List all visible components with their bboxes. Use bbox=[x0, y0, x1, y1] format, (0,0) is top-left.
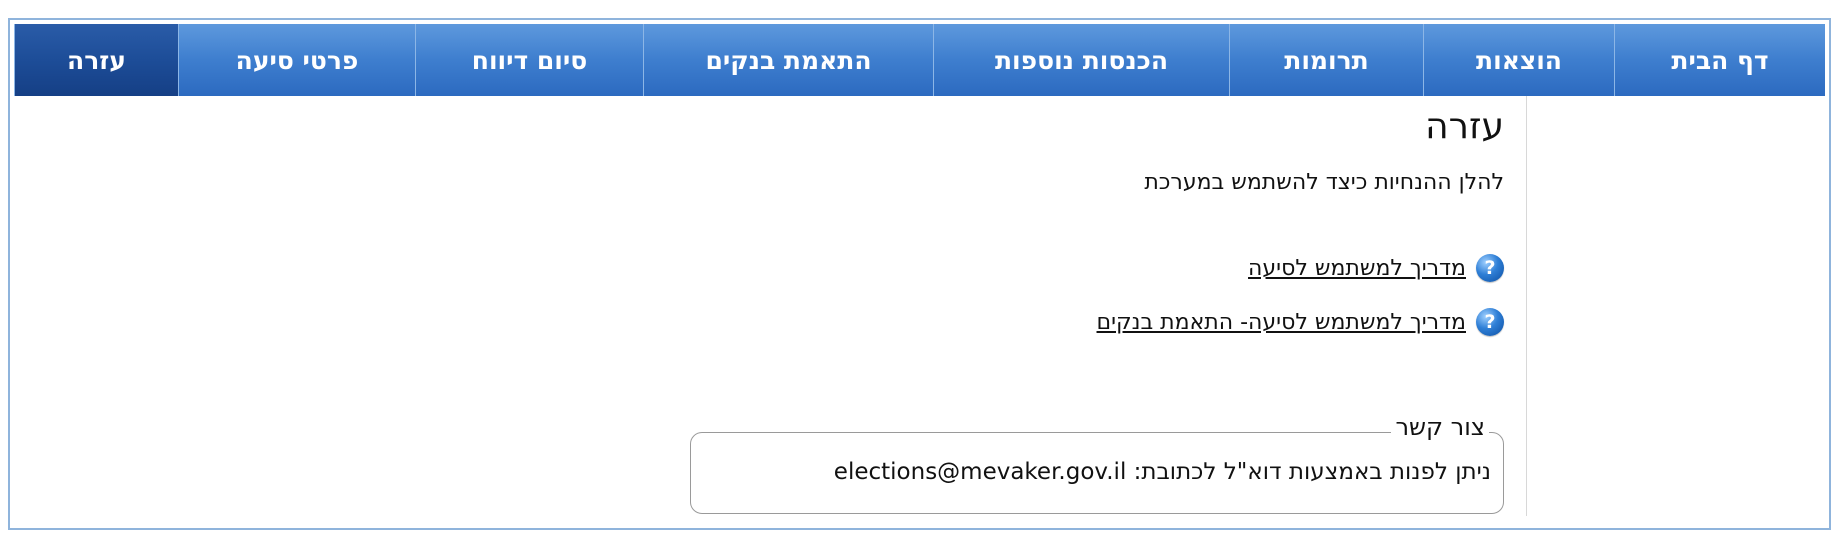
tab-help[interactable]: עזרה bbox=[14, 24, 178, 96]
help-icon: ? bbox=[1476, 308, 1504, 336]
contact-text: ניתן לפנות באמצעות דוא"ל לכתובת: bbox=[1133, 459, 1491, 485]
tab-finish-report[interactable]: סיום דיווח bbox=[415, 24, 643, 96]
contact-legend: צור קשר bbox=[1391, 413, 1489, 441]
guide-link-bank-reconciliation[interactable]: ? מדריך למשתמש לסיעה- התאמת בנקים bbox=[1097, 308, 1504, 336]
tab-donations[interactable]: תרומות bbox=[1229, 24, 1423, 96]
page-title: עזרה bbox=[1425, 106, 1504, 147]
contact-line: ניתן לפנות באמצעות דוא"ל לכתובת: electio… bbox=[834, 459, 1491, 485]
tab-home[interactable]: דף הבית bbox=[1614, 24, 1825, 96]
main-content: עזרה להלן ההנחיות כיצד להשתמש במערכת ? מ… bbox=[326, 96, 1527, 516]
intro-text: להלן ההנחיות כיצד להשתמש במערכת bbox=[1144, 170, 1504, 195]
contact-email[interactable]: elections@mevaker.gov.il bbox=[834, 459, 1127, 485]
tab-bank-reconciliation[interactable]: התאמת בנקים bbox=[643, 24, 933, 96]
tab-additional-income[interactable]: הכנסות נוספות bbox=[933, 24, 1229, 96]
guide-link-user-manual[interactable]: ? מדריך למשתמש לסיעה bbox=[1248, 254, 1504, 282]
guide-link-label[interactable]: מדריך למשתמש לסיעה bbox=[1248, 256, 1466, 281]
tab-expenses[interactable]: הוצאות bbox=[1423, 24, 1614, 96]
guide-link-label[interactable]: מדריך למשתמש לסיעה- התאמת בנקים bbox=[1097, 310, 1466, 335]
top-nav: דף הבית הוצאות תרומות הכנסות נוספות התאמ… bbox=[14, 24, 1825, 96]
app-frame: דף הבית הוצאות תרומות הכנסות נוספות התאמ… bbox=[8, 18, 1831, 530]
tab-faction-details[interactable]: פרטי סיעה bbox=[178, 24, 415, 96]
contact-fieldset: צור קשר ניתן לפנות באמצעות דוא"ל לכתובת:… bbox=[690, 413, 1504, 514]
help-icon: ? bbox=[1476, 254, 1504, 282]
